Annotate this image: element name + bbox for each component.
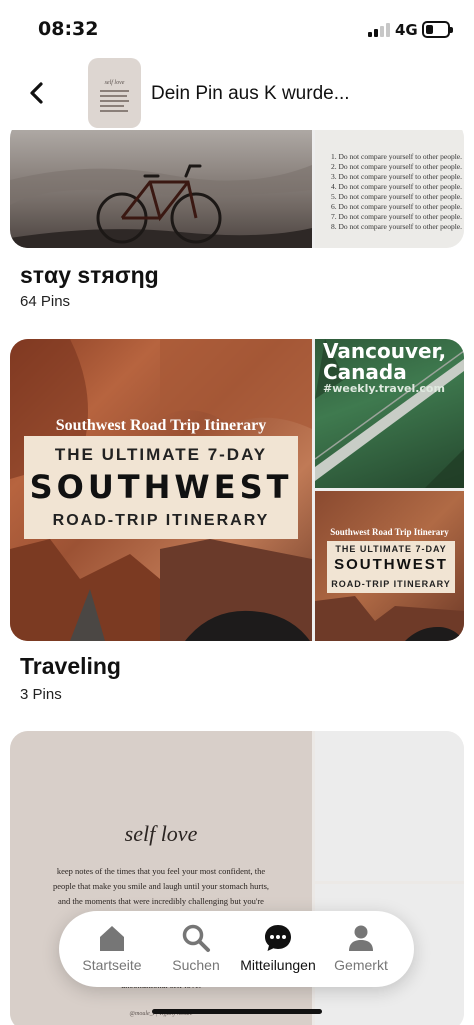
bicycle-photo <box>10 120 312 248</box>
pin-thumbnail[interactable]: self love <box>88 58 141 128</box>
board-pin-count: 64 Pins <box>20 293 71 310</box>
board-cover[interactable]: 1. Do not compare yourself to other peop… <box>10 120 464 248</box>
nav-saved[interactable]: Gemerkt <box>316 911 406 987</box>
nav-label: Startseite <box>82 957 142 973</box>
status-bar: 08:32 4G <box>0 0 474 58</box>
southwest-pin-image: Southwest Road Trip Itinerary THE ULTIMA… <box>10 339 312 641</box>
pin-title: Southwest Road Trip Itinerary <box>330 527 449 537</box>
board-pin-count: 3 Pins <box>20 686 62 703</box>
header: self love Dein Pin aus K wurde... <box>0 58 474 130</box>
board-title[interactable]: sтαy sтяσηg <box>20 262 159 289</box>
rules-photo: 1. Do not compare yourself to other peop… <box>315 120 464 248</box>
bottom-navigation: Startseite Suchen Mitteilungen Gemerkt <box>59 911 414 987</box>
home-indicator <box>152 1009 322 1014</box>
home-icon <box>100 926 124 951</box>
header-title: Dein Pin aus K wurde... <box>151 83 350 104</box>
banner-line: ROAD-TRIP ITINERARY <box>331 579 451 589</box>
nav-label: Suchen <box>172 957 220 973</box>
search-icon <box>182 924 210 952</box>
nav-label: Gemerkt <box>334 957 388 973</box>
board-title[interactable]: Traveling <box>20 653 121 680</box>
banner-line: THE ULTIMATE 7-DAY <box>335 544 447 554</box>
banner-headline: SOUTHWEST <box>334 556 448 573</box>
rule-line: 3. Do not compare yourself to other peop… <box>331 172 463 181</box>
itinerary-banner-small: THE ULTIMATE 7-DAY SOUTHWEST ROAD-TRIP I… <box>327 541 455 593</box>
pin-title: Southwest Road Trip Itinerary <box>55 417 267 434</box>
back-button[interactable] <box>22 78 52 108</box>
nav-home[interactable]: Startseite <box>67 911 157 987</box>
vancouver-pin-image: Vancouver, Canada #weekly.travel.com <box>315 339 464 488</box>
chat-bubble-icon <box>265 925 291 951</box>
vancouver-title-text: Vancouver, Canada <box>323 339 447 384</box>
nav-notifications[interactable]: Mitteilungen <box>233 911 323 987</box>
vancouver-title: Vancouver, Canada #weekly.travel.com <box>323 339 447 395</box>
empty-pin-slot <box>315 731 464 881</box>
banner-line: ROAD-TRIP ITINERARY <box>52 512 270 529</box>
thumbnail-title: self love <box>104 80 125 86</box>
rule-line: 2. Do not compare yourself to other peop… <box>331 162 463 171</box>
southwest-pin-image-small: Southwest Road Trip Itinerary THE ULTIMA… <box>315 491 464 641</box>
nav-search[interactable]: Suchen <box>151 911 241 987</box>
status-time: 08:32 <box>38 18 99 40</box>
rule-line: 1. Do not compare yourself to other peop… <box>331 152 463 161</box>
pin-title: self love <box>124 821 198 846</box>
signal-icon <box>368 23 390 37</box>
rule-line: 4. Do not compare yourself to other peop… <box>331 182 463 191</box>
itinerary-banner: THE ULTIMATE 7-DAY SOUTHWEST ROAD-TRIP I… <box>24 436 298 539</box>
profile-icon <box>349 925 373 951</box>
nav-label: Mitteilungen <box>240 957 316 973</box>
banner-headline: SOUTHWEST <box>29 468 293 506</box>
rule-line: 8. Do not compare yourself to other peop… <box>331 222 463 231</box>
banner-line: THE ULTIMATE 7-DAY <box>54 445 268 464</box>
rule-line: 5. Do not compare yourself to other peop… <box>331 192 463 201</box>
battery-icon <box>422 21 453 38</box>
vancouver-site: #weekly.travel.com <box>323 382 445 395</box>
chevron-left-icon <box>30 82 43 104</box>
network-label: 4G <box>395 21 418 39</box>
rule-line: 7. Do not compare yourself to other peop… <box>331 212 463 221</box>
board-cover[interactable]: Southwest Road Trip Itinerary THE ULTIMA… <box>10 339 464 641</box>
rule-line: 6. Do not compare yourself to other peop… <box>331 202 463 211</box>
